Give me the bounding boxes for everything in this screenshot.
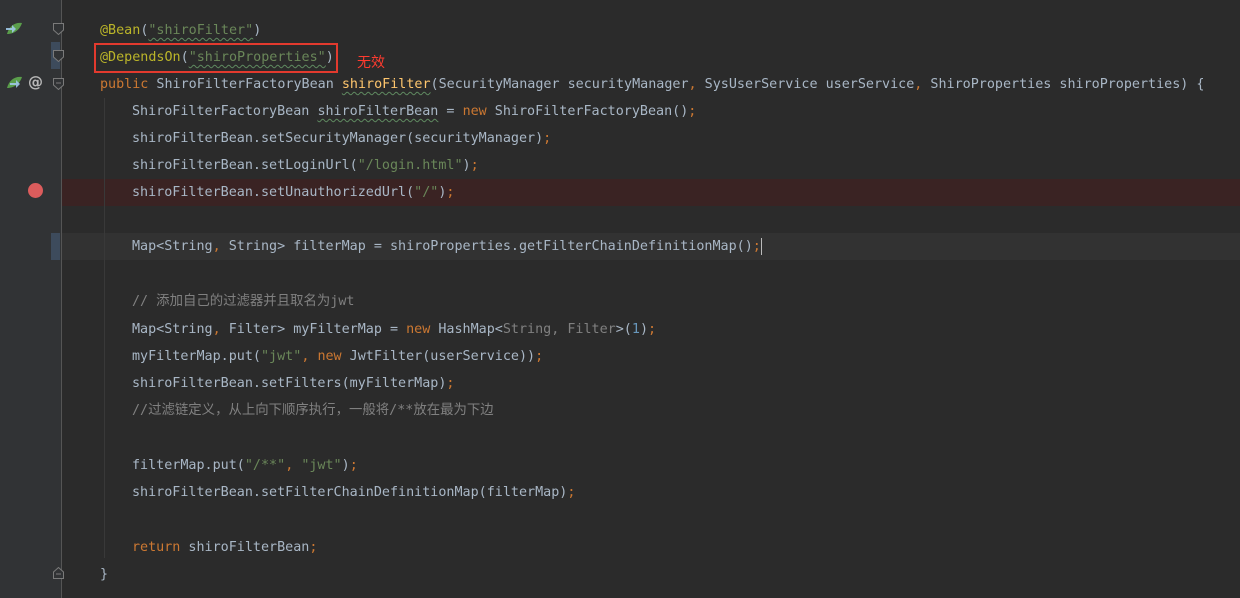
comma-token: , xyxy=(212,239,221,254)
string-token: "shiroFilter" xyxy=(148,23,254,38)
code-line-20[interactable]: return shiroFilterBean; xyxy=(132,534,317,561)
paren-token: ) xyxy=(341,458,350,473)
type-token: Map<String xyxy=(132,322,213,337)
fold-marker-icon[interactable] xyxy=(53,50,64,62)
semicolon-token: ; xyxy=(470,158,479,173)
code-line-17[interactable]: filterMap.put("/**", "jwt"); xyxy=(132,452,358,479)
code-line-12[interactable]: Map<String, Filter> myFilterMap = new Ha… xyxy=(132,316,656,343)
param-token: ShiroProperties shiroProperties) { xyxy=(922,77,1205,92)
semicolon-token: ; xyxy=(535,349,544,364)
variable-token: shiroFilterBean xyxy=(317,104,439,119)
string-token: "jwt" xyxy=(301,458,342,473)
spring-bean-icon[interactable] xyxy=(4,74,24,92)
code-line-6[interactable]: shiroFilterBean.setLoginUrl("/login.html… xyxy=(132,152,479,179)
keyword-token: new xyxy=(462,104,487,119)
paren-token: ) xyxy=(253,23,262,38)
statement-token: JwtFilter(userService)) xyxy=(341,349,536,364)
type-token: ShiroFilterFactoryBean xyxy=(148,77,342,92)
keyword-token: return xyxy=(132,540,181,555)
at-sign-icon[interactable]: @ xyxy=(28,73,43,91)
generic-hint-token: String, Filter xyxy=(502,322,616,337)
code-line-7[interactable]: shiroFilterBean.setUnauthorizedUrl("/"); xyxy=(132,179,454,206)
type-token: Map<String xyxy=(132,239,213,254)
string-token: "/" xyxy=(414,185,439,200)
breakpoint-icon[interactable] xyxy=(28,183,43,198)
annotation-token: @Bean xyxy=(100,23,141,38)
paren-token: >( xyxy=(615,322,632,337)
keyword-token: new xyxy=(317,349,342,364)
string-token: "/login.html" xyxy=(357,158,463,173)
semicolon-token: ; xyxy=(446,376,455,391)
fold-marker-icon[interactable] xyxy=(53,567,64,579)
operator-token: = xyxy=(438,104,463,119)
semicolon-token: ; xyxy=(648,322,657,337)
indent-guide xyxy=(104,98,105,558)
type-token: ShiroFilterFactoryBean xyxy=(132,104,318,119)
semicolon-token: ; xyxy=(752,239,761,254)
param-token: SysUserService userService xyxy=(696,77,915,92)
code-line-21[interactable]: } xyxy=(100,561,108,588)
statement-token: Filter> myFilterMap = xyxy=(220,322,407,337)
code-line-4[interactable]: ShiroFilterFactoryBean shiroFilterBean =… xyxy=(132,98,696,125)
string-token: "jwt" xyxy=(261,349,302,364)
constructor-token: HashMap< xyxy=(430,322,503,337)
highlight-box xyxy=(94,43,338,73)
comma-token: , xyxy=(688,77,697,92)
code-editor[interactable]: @ @Bean("shiroFilter") @DependsOn("shiro… xyxy=(0,0,1240,598)
paren-token: ) xyxy=(639,322,648,337)
statement-token: filterMap.put( xyxy=(132,458,245,473)
comma-token: , xyxy=(212,322,221,337)
paren-token: ) xyxy=(462,158,471,173)
semicolon-token: ; xyxy=(446,185,455,200)
statement-token: shiroFilterBean.setUnauthorizedUrl( xyxy=(132,185,415,200)
change-marker xyxy=(51,233,60,260)
brace-token: } xyxy=(100,567,109,582)
statement-token: String> filterMap = shiroProperties.getF… xyxy=(220,239,753,254)
string-token: "/**" xyxy=(244,458,286,473)
code-line-14[interactable]: shiroFilterBean.setFilters(myFilterMap); xyxy=(132,370,454,397)
number-token: 1 xyxy=(631,322,640,337)
code-line-9[interactable]: Map<String, String> filterMap = shiroPro… xyxy=(132,233,762,260)
param-token: (SecurityManager securityManager xyxy=(430,77,689,92)
semicolon-token: ; xyxy=(349,458,358,473)
code-line-18[interactable]: shiroFilterBean.setFilterChainDefinition… xyxy=(132,479,575,506)
keyword-token: new xyxy=(406,322,431,337)
statement-token: myFilterMap.put( xyxy=(132,349,261,364)
text-cursor xyxy=(760,237,762,255)
semicolon-token: ; xyxy=(543,131,552,146)
fold-marker-icon[interactable] xyxy=(53,78,64,90)
statement-token: shiroFilterBean.setFilterChainDefinition… xyxy=(132,485,568,500)
code-line-15[interactable]: //过滤链定义，从上向下顺序执行，一般将/**放在最为下边 xyxy=(132,397,494,424)
method-name-token: shiroFilter xyxy=(341,77,431,92)
statement-token: shiroFilterBean.setLoginUrl( xyxy=(132,158,358,173)
annotation-note: 无效 xyxy=(357,55,385,71)
semicolon-token: ; xyxy=(567,485,576,500)
code-line-5[interactable]: shiroFilterBean.setSecurityManager(secur… xyxy=(132,125,551,152)
comment-token: //过滤链定义，从上向下顺序执行，一般将/**放在最为下边 xyxy=(132,403,494,418)
code-line-3[interactable]: public ShiroFilterFactoryBean shiroFilte… xyxy=(100,71,1205,98)
code-line-13[interactable]: myFilterMap.put("jwt", new JwtFilter(use… xyxy=(132,343,543,370)
keyword-token: public xyxy=(100,77,149,92)
statement-token: shiroFilterBean.setFilters(myFilterMap) xyxy=(132,376,447,391)
spring-bean-icon[interactable] xyxy=(4,20,24,38)
constructor-token: ShiroFilterFactoryBean() xyxy=(486,104,689,119)
semicolon-token: ; xyxy=(688,104,697,119)
semicolon-token: ; xyxy=(309,540,318,555)
comment-token: // 添加自己的过滤器并且取名为jwt xyxy=(132,294,355,309)
variable-token: shiroFilterBean xyxy=(180,540,310,555)
statement-token: shiroFilterBean.setSecurityManager(secur… xyxy=(132,131,544,146)
fold-marker-icon[interactable] xyxy=(53,23,64,35)
code-line-11[interactable]: // 添加自己的过滤器并且取名为jwt xyxy=(132,288,354,315)
code-line-1[interactable]: @Bean("shiroFilter") xyxy=(100,17,261,44)
